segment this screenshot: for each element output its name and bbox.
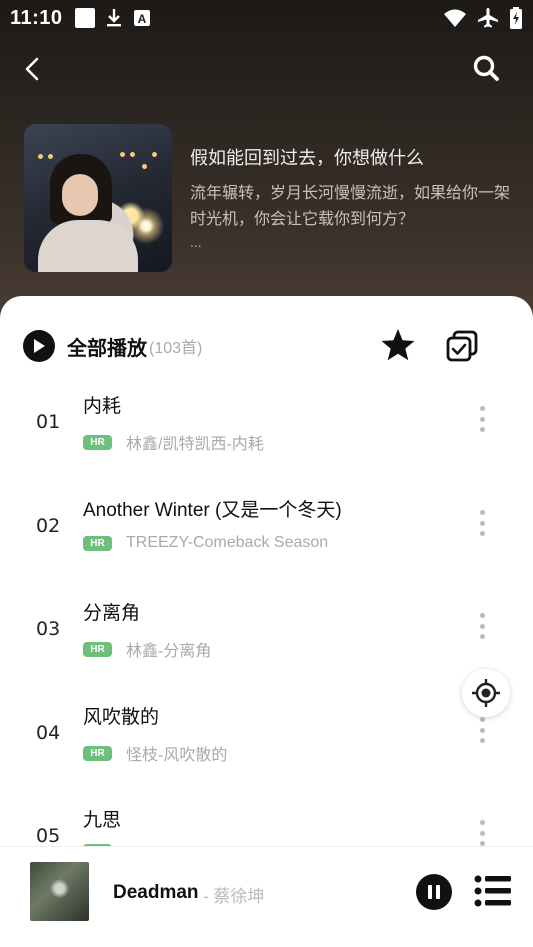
- hr-badge: HR: [83, 641, 112, 657]
- play-all-label: 全部播放: [67, 337, 147, 360]
- play-icon: [23, 330, 55, 362]
- wifi-icon: [444, 9, 466, 27]
- chevron-left-icon: [25, 57, 39, 81]
- svg-text:A: A: [137, 12, 146, 26]
- now-playing-artist: - 蔡徐坤: [203, 887, 265, 906]
- song-number: 01: [36, 411, 61, 433]
- song-title: 内耗: [83, 396, 122, 417]
- hr-badge: HR: [83, 745, 112, 761]
- more-options-button[interactable]: [470, 713, 494, 747]
- song-title: 风吹散的: [83, 707, 160, 728]
- more-options-button[interactable]: [470, 609, 494, 643]
- battery-charging-icon: [510, 7, 522, 29]
- play-all-button[interactable]: 全部播放 (103首): [23, 329, 202, 363]
- status-time: 11:10: [10, 6, 63, 29]
- more-options-button[interactable]: [470, 506, 494, 540]
- song-row[interactable]: 02 Another Winter (又是一个冬天) HR TREEZY-Com…: [0, 486, 533, 589]
- song-count: (103首): [149, 340, 203, 357]
- download-icon: [106, 9, 121, 27]
- search-button[interactable]: [470, 52, 502, 84]
- song-artist: TREEZY-Comeback Season: [126, 534, 329, 551]
- pause-button[interactable]: [416, 874, 452, 910]
- song-title: 分离角: [83, 603, 141, 624]
- multi-select-icon: [446, 330, 478, 362]
- song-row[interactable]: 01 内耗 HR 林鑫/凯特凯西-内耗: [0, 382, 533, 485]
- play-all-row: 全部播放 (103首): [0, 296, 533, 396]
- song-number: 03: [36, 618, 61, 640]
- now-playing-title: Deadman: [113, 882, 199, 903]
- now-playing-cover[interactable]: [30, 862, 89, 921]
- song-title: Another Winter (又是一个冬天): [83, 500, 342, 521]
- song-number: 05: [36, 825, 61, 847]
- top-nav: [0, 48, 533, 88]
- search-icon: [473, 55, 499, 81]
- more-options-button[interactable]: [470, 816, 494, 850]
- favorite-button[interactable]: [380, 327, 416, 363]
- song-artist: 怪枝-风吹散的: [126, 747, 228, 764]
- playlist-title: 假如能回到过去，你想做什么: [190, 148, 424, 168]
- font-icon: A: [133, 10, 150, 26]
- playlist-queue-button[interactable]: [474, 874, 512, 908]
- song-title: 九思: [83, 810, 122, 831]
- song-row[interactable]: 03 分离角 HR 林鑫-分离角: [0, 589, 533, 692]
- playlist-description[interactable]: 流年辗转，岁月长河慢慢流逝，如果给你一架时光机，你会让它载你到何方？: [190, 181, 520, 233]
- hr-badge: HR: [83, 434, 112, 450]
- song-number: 04: [36, 722, 61, 744]
- pause-icon: [428, 885, 432, 899]
- playlist-description-more[interactable]: ...: [190, 234, 202, 250]
- more-options-button[interactable]: [470, 402, 494, 436]
- multi-select-button[interactable]: [444, 329, 480, 365]
- hr-badge: HR: [83, 535, 112, 551]
- song-row[interactable]: 04 风吹散的 HR 怪枝-风吹散的: [0, 693, 533, 796]
- song-artist: 林鑫-分离角: [126, 643, 212, 660]
- song-number: 02: [36, 515, 61, 537]
- playlist-cover[interactable]: [24, 124, 172, 272]
- square-icon: [74, 8, 95, 28]
- back-button[interactable]: [18, 52, 48, 86]
- locate-icon: [472, 679, 500, 707]
- status-bar: 11:10 A: [0, 0, 533, 36]
- locate-current-song-button[interactable]: [462, 669, 510, 717]
- mini-player[interactable]: Deadman - 蔡徐坤: [0, 846, 533, 947]
- song-artist: 林鑫/凯特凯西-内耗: [126, 436, 264, 453]
- playlist-icon: [474, 875, 511, 907]
- airplane-icon: [478, 8, 498, 28]
- star-icon: [381, 329, 415, 361]
